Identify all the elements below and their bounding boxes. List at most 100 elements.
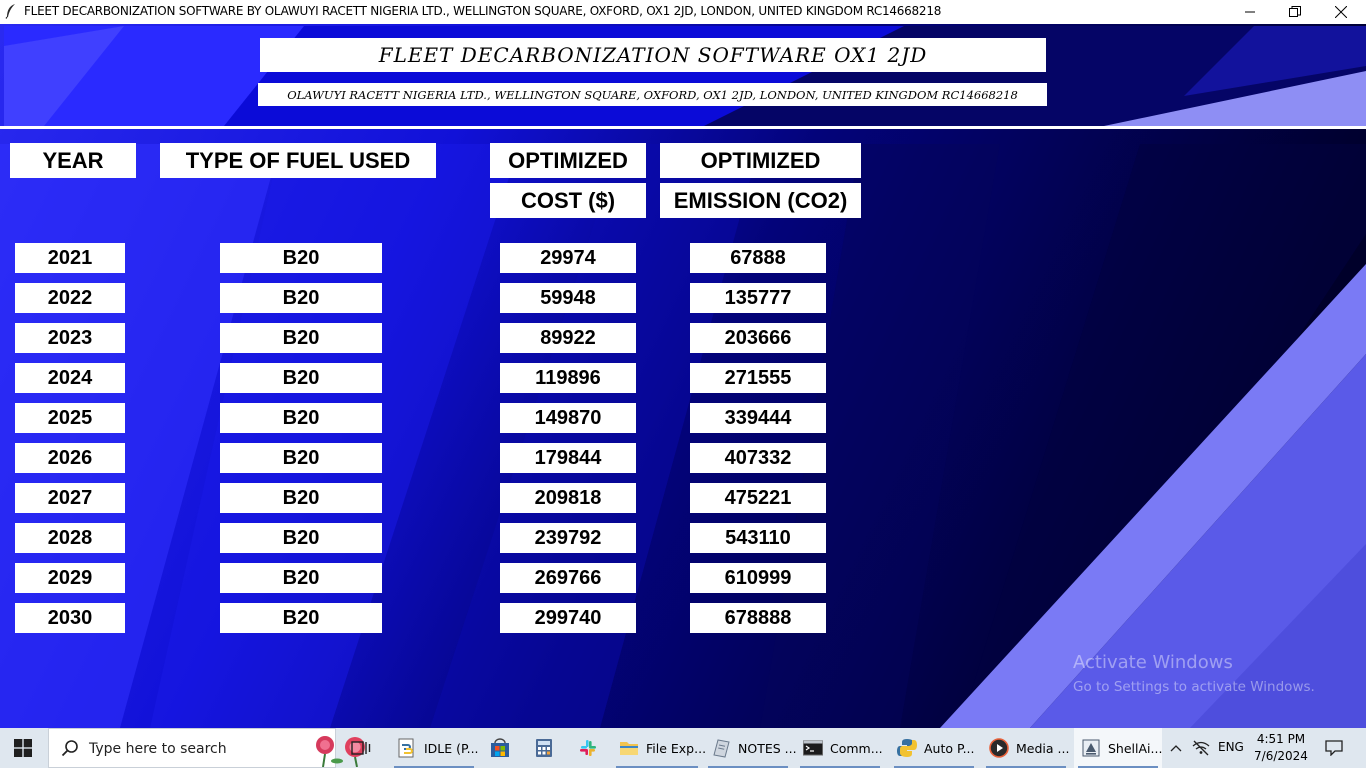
cost-cell: 299740 [500, 603, 636, 633]
taskbar-app-label: Comm... [830, 740, 883, 756]
notes-icon [713, 739, 730, 758]
fuel-cell: B20 [220, 323, 382, 353]
taskbar-search-box[interactable]: Type here to search [48, 728, 365, 768]
taskbar-app-label: IDLE (P... [424, 740, 479, 756]
taskbar-app-label: Media ... [1016, 740, 1070, 756]
fuel-cell: B20 [220, 363, 382, 393]
taskbar-app-command-prompt[interactable]: Comm... [796, 728, 884, 768]
python-icon [897, 739, 917, 757]
taskbar-app-slack[interactable] [572, 728, 604, 768]
notification-icon [1325, 740, 1343, 756]
year-cell: 2029 [15, 563, 125, 593]
input-language-indicator[interactable]: ENG [1218, 740, 1244, 754]
taskbar-app-label: NOTES ... [738, 740, 797, 756]
taskbar: Type here to search IDLE (P... File Exp.… [0, 728, 1366, 768]
taskbar-app-notes[interactable]: NOTES ... [704, 728, 797, 768]
optimized-cost-header-top: OPTIMIZED [490, 143, 646, 178]
taskbar-app-label: ShellAi... [1108, 740, 1163, 756]
fuel-cell: B20 [220, 403, 382, 433]
emission-cell: 543110 [690, 523, 826, 553]
shell-app-icon [1082, 739, 1100, 757]
taskbar-app-label: Auto P... [924, 740, 975, 756]
emission-cell: 678888 [690, 603, 826, 633]
year-header: YEAR [10, 143, 136, 178]
notifications-button[interactable] [1318, 728, 1350, 768]
header-divider [0, 126, 1366, 129]
minimize-button[interactable] [1227, 0, 1273, 24]
emission-cell: 203666 [690, 323, 826, 353]
emission-cell: 475221 [690, 483, 826, 513]
slack-icon [580, 740, 596, 756]
chevron-up-icon [1170, 745, 1182, 752]
search-placeholder: Type here to search [89, 741, 227, 757]
emission-cell: 610999 [690, 563, 826, 593]
fuel-cell: B20 [220, 283, 382, 313]
window-title: FLEET DECARBONIZATION SOFTWARE BY OLAWUY… [24, 4, 942, 18]
year-cell: 2026 [15, 443, 125, 473]
calculator-icon [536, 739, 552, 757]
search-icon [61, 740, 78, 757]
background-pattern [0, 24, 1366, 728]
restore-button[interactable] [1272, 0, 1318, 24]
taskbar-app-shellai[interactable]: ShellAi... [1074, 728, 1162, 768]
microsoft-store-icon [491, 738, 509, 757]
fuel-type-header: TYPE OF FUEL USED [160, 143, 436, 178]
taskbar-app-file-explorer[interactable]: File Exp... [612, 728, 706, 768]
cost-cell: 59948 [500, 283, 636, 313]
feather-icon [5, 4, 15, 19]
clock-time: 4:51 PM [1256, 732, 1306, 746]
cost-cell: 89922 [500, 323, 636, 353]
close-button[interactable] [1318, 0, 1364, 24]
taskbar-app-calculator[interactable] [528, 728, 560, 768]
year-cell: 2024 [15, 363, 125, 393]
taskbar-app-idle[interactable]: IDLE (P... [390, 728, 479, 768]
folder-icon [620, 742, 638, 755]
window-title-bar: FLEET DECARBONIZATION SOFTWARE BY OLAWUY… [0, 0, 1366, 24]
cost-cell: 149870 [500, 403, 636, 433]
cost-cell: 209818 [500, 483, 636, 513]
network-disconnected-icon [1192, 740, 1210, 756]
taskbar-app-auto-python[interactable]: Auto P... [890, 728, 978, 768]
show-hidden-icons-button[interactable] [1166, 728, 1186, 768]
emission-cell: 271555 [690, 363, 826, 393]
cost-cell: 119896 [500, 363, 636, 393]
app-title-banner: FLEET DECARBONIZATION SOFTWARE OX1 2JD [260, 38, 1046, 72]
close-icon [1335, 6, 1347, 18]
minimize-icon [1245, 11, 1255, 13]
fuel-cell: B20 [220, 603, 382, 633]
media-player-icon [989, 738, 1009, 758]
company-subtitle-banner: OLAWUYI RACETT NIGERIA LTD., WELLINGTON … [258, 83, 1047, 106]
activate-windows-watermark: Activate Windows Go to Settings to activ… [1073, 652, 1315, 695]
clock[interactable]: 4:51 PM 7/6/2024 [1246, 731, 1316, 765]
app-canvas: FLEET DECARBONIZATION SOFTWARE OX1 2JD O… [0, 24, 1366, 728]
windows-logo-icon [14, 739, 32, 757]
watermark-subtitle: Go to Settings to activate Windows. [1073, 679, 1315, 695]
fuel-cell: B20 [220, 563, 382, 593]
taskbar-app-label: File Exp... [646, 740, 707, 756]
task-view-icon [351, 741, 371, 755]
watermark-title: Activate Windows [1073, 652, 1233, 673]
year-cell: 2023 [15, 323, 125, 353]
taskbar-app-store[interactable] [484, 728, 516, 768]
optimized-cost-header-bottom: COST ($) [490, 183, 646, 218]
restore-icon [1289, 6, 1301, 17]
cost-cell: 29974 [500, 243, 636, 273]
year-cell: 2022 [15, 283, 125, 313]
year-cell: 2030 [15, 603, 125, 633]
cost-cell: 179844 [500, 443, 636, 473]
optimized-emission-header-top: OPTIMIZED [660, 143, 861, 178]
task-view-button[interactable] [346, 728, 376, 768]
terminal-icon [803, 740, 823, 756]
start-button[interactable] [0, 728, 46, 768]
year-cell: 2021 [15, 243, 125, 273]
taskbar-app-media-player[interactable]: Media ... [982, 728, 1070, 768]
cost-cell: 239792 [500, 523, 636, 553]
emission-cell: 67888 [690, 243, 826, 273]
emission-cell: 339444 [690, 403, 826, 433]
fuel-cell: B20 [220, 443, 382, 473]
year-cell: 2027 [15, 483, 125, 513]
network-status-button[interactable] [1190, 728, 1212, 768]
year-cell: 2025 [15, 403, 125, 433]
fuel-cell: B20 [220, 243, 382, 273]
optimized-emission-header-bottom: EMISSION (CO2) [660, 183, 861, 218]
